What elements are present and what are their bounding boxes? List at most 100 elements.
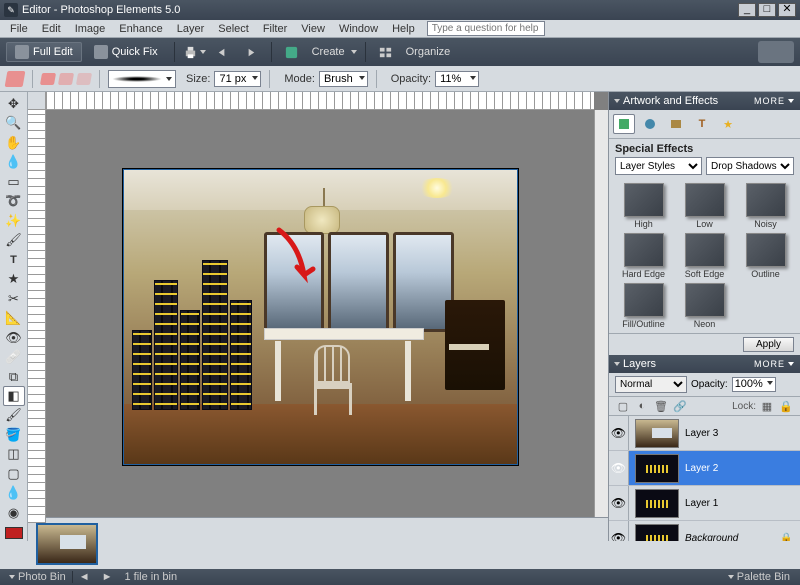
organize-button[interactable] [374,41,398,63]
selection-brush-tool[interactable]: 🖌 [3,230,25,249]
help-search-input[interactable] [427,21,545,36]
ruler-horizontal[interactable] [46,92,594,110]
layers-more-button[interactable]: MORE [754,359,785,369]
effect-soft-edge[interactable]: Soft Edge [676,233,733,279]
size-field[interactable]: 71 px [214,71,261,87]
artwork-more-button[interactable]: MORE [754,96,785,106]
menu-help[interactable]: Help [386,22,421,36]
opacity-field[interactable]: 11% [435,71,479,87]
create-button[interactable] [280,41,304,63]
gradient-tool[interactable]: ◫ [3,445,25,464]
close-button[interactable]: ✕ [778,3,796,17]
magic-wand-tool[interactable]: ✨ [3,211,25,230]
brush-preset-picker[interactable] [108,70,176,88]
palette-bin-toggle[interactable]: Palette Bin [723,571,796,583]
effect-low[interactable]: Low [676,183,733,229]
marquee-tool[interactable]: ▭ [3,172,25,191]
photo-bin-thumbnail[interactable] [36,523,98,565]
layer-visibility-toggle[interactable]: 👁 [609,521,629,541]
effects-tab-photo[interactable] [665,114,687,134]
canvas-viewport[interactable] [46,110,594,523]
crop-tool[interactable]: ✂ [3,289,25,308]
tab-quick-fix[interactable]: Quick Fix [86,43,166,61]
eyedropper-tool[interactable]: 💧 [3,152,25,171]
move-tool[interactable]: ✥ [3,94,25,113]
redeye-tool[interactable]: 👁 [3,328,25,347]
effects-tab-favorites[interactable]: ★ [717,114,739,134]
redo-button[interactable] [239,41,263,63]
healing-brush-tool[interactable]: 🩹 [3,347,25,366]
eraser-preset-3[interactable] [76,73,92,85]
panel-header-layers[interactable]: Layers MORE [609,355,800,373]
straighten-tool[interactable]: 📐 [3,308,25,327]
layer-thumbnail[interactable] [635,454,679,483]
effects-tab-filters[interactable] [639,114,661,134]
menu-file[interactable]: File [4,22,34,36]
layer-thumbnail[interactable] [635,419,679,448]
maximize-button[interactable]: □ [758,3,776,17]
layer-row-2[interactable]: 👁 Layer 1 [609,486,800,521]
cookie-cutter-tool[interactable]: ★ [3,269,25,288]
layer-thumbnail[interactable] [635,524,679,542]
brush-tool[interactable]: 🖌 [3,406,25,425]
menu-select[interactable]: Select [212,22,255,36]
new-adjustment-button[interactable]: ◐ [634,399,650,413]
lock-transparency-button[interactable]: ▦ [759,399,775,413]
apply-effect-button[interactable]: Apply [743,337,794,352]
lasso-tool[interactable]: ➰ [3,191,25,210]
blur-tool[interactable]: 💧 [3,484,25,503]
panel-header-artwork[interactable]: Artwork and Effects MORE [609,92,800,110]
new-layer-button[interactable]: ▢ [615,399,631,413]
eraser-preset-2[interactable] [58,73,74,85]
print-button[interactable] [183,41,207,63]
effect-high[interactable]: High [615,183,672,229]
effect-noisy[interactable]: Noisy [737,183,794,229]
eraser-preset-1[interactable] [40,73,56,85]
clone-stamp-tool[interactable]: ⧉ [3,367,25,386]
layer-opacity-field[interactable]: 100% [732,377,776,392]
effects-tab-layerstyles[interactable] [613,114,635,134]
layer-thumbnail[interactable] [635,489,679,518]
layer-row-1[interactable]: 👁 Layer 2 [609,451,800,486]
sponge-tool[interactable]: ◉ [3,503,25,522]
ruler-vertical[interactable] [28,110,46,523]
type-tool[interactable]: T [3,250,25,269]
layer-row-0[interactable]: 👁 Layer 3 [609,416,800,451]
bin-nav-prev[interactable]: ◄ [73,571,96,583]
organize-label[interactable]: Organize [406,46,451,58]
lock-all-button[interactable]: 🔒 [778,399,794,413]
minimize-button[interactable]: _ [738,3,756,17]
zoom-tool[interactable]: 🔍 [3,113,25,132]
menu-layer[interactable]: Layer [171,22,211,36]
document-image[interactable] [123,169,518,465]
shape-tool[interactable]: ▢ [3,464,25,483]
create-label[interactable]: Create [312,46,345,58]
effect-hard-edge[interactable]: Hard Edge [615,233,672,279]
effect-outline[interactable]: Outline [737,233,794,279]
layer-visibility-toggle[interactable]: 👁 [609,451,629,485]
effects-tab-text[interactable]: T [691,114,713,134]
paint-bucket-tool[interactable]: 🪣 [3,425,25,444]
link-layers-button[interactable]: 🔗 [672,399,688,413]
eraser-tool[interactable]: ◧ [3,386,25,405]
scrollbar-vertical[interactable] [594,110,608,523]
menu-window[interactable]: Window [333,22,384,36]
bin-nav-next[interactable]: ► [96,571,119,583]
layer-visibility-toggle[interactable]: 👁 [609,416,629,450]
effects-subcategory-select[interactable]: Drop Shadows [706,157,794,175]
hand-tool[interactable]: ✋ [3,133,25,152]
foreground-color[interactable] [5,527,23,539]
layer-visibility-toggle[interactable]: 👁 [609,486,629,520]
mode-field[interactable]: Brush [319,71,368,87]
undo-button[interactable] [211,41,235,63]
effect-fill-outline[interactable]: Fill/Outline [615,283,672,329]
menu-image[interactable]: Image [69,22,112,36]
delete-layer-button[interactable]: 🗑 [653,399,669,413]
effect-neon[interactable]: Neon [676,283,733,329]
blend-mode-select[interactable]: Normal [615,376,687,393]
tab-full-edit[interactable]: Full Edit [6,42,82,62]
layer-row-3[interactable]: 👁 Background 🔒 [609,521,800,541]
effects-category-select[interactable]: Layer Styles [615,157,702,175]
menu-edit[interactable]: Edit [36,22,67,36]
menu-view[interactable]: View [295,22,331,36]
